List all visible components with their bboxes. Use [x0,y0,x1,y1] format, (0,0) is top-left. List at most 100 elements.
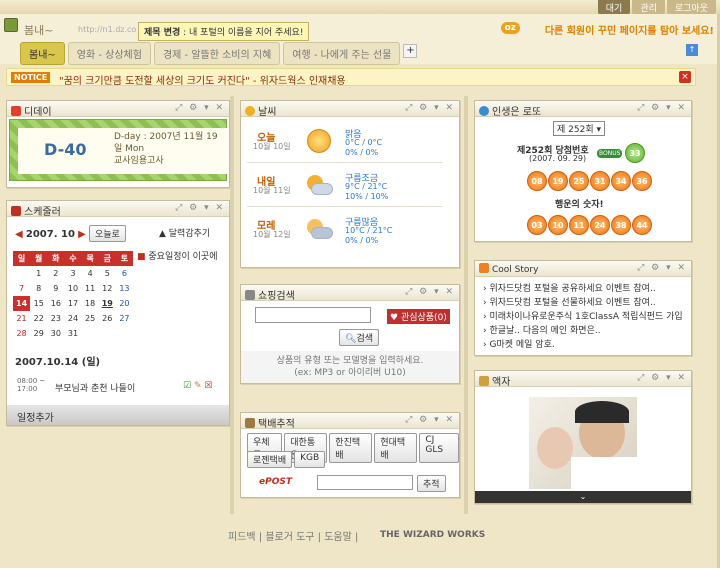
today-button[interactable]: 오늘로 [89,225,126,242]
prev-month-icon[interactable]: ◀ [15,229,23,240]
calendar-day-marked[interactable]: 19 [99,296,116,311]
lotto-title-bar[interactable]: 인생은 로또 ⤢ ⚙ ▾ ✕ [475,101,691,118]
edit-icon[interactable]: ✎ [194,381,202,391]
scroll-up-button[interactable]: ↑ [686,44,698,56]
check-icon[interactable]: ☑ [183,381,191,391]
calendar-day[interactable]: 24 [64,311,81,326]
blog-url[interactable]: http://n1.dz.co [78,25,136,34]
tab-manage[interactable]: 관리 [632,0,665,15]
story-item[interactable]: › 위자드닷컴 포털을 선물하세요 이벤트 참여.. [483,295,683,308]
story-item[interactable]: › 미래차이나유로운주식 1호ClassA 적립식펀드 가입.. [483,309,683,322]
tab-logout[interactable]: 로그아웃 [666,0,716,15]
logo-icon[interactable] [4,18,18,32]
calendar-day[interactable]: 23 [47,311,64,326]
photo-expand-icon[interactable]: ⌄ [475,491,691,503]
tracking-number-input[interactable] [317,475,413,490]
calendar-day[interactable] [82,326,99,341]
calendar-day[interactable] [13,266,30,281]
calendar-day[interactable]: 8 [30,281,47,296]
notice-close-button[interactable]: × [679,71,691,83]
shopping-widget: 쇼핑검색 ⤢ ⚙ ▾ ✕ ♥ 관심상품(0) 🔍︎검색 상품의 유형 또는 모델명… [240,284,460,384]
footer-links[interactable]: 피드백 | 블로거 도구 | 도움말 | [228,528,358,543]
photo-title-bar[interactable]: 액자 ⤢ ⚙ ▾ ✕ [475,371,691,388]
widget-controls[interactable]: ⤢ ⚙ ▾ ✕ [405,287,455,297]
coolstory-title-bar[interactable]: Cool Story ⤢ ⚙ ▾ ✕ [475,261,691,277]
widget-controls[interactable]: ⤢ ⚙ ▾ ✕ [405,415,455,425]
story-item[interactable]: › 한글날.. 다음의 메인 화면은.. [483,323,683,336]
calendar-day[interactable]: 16 [47,296,64,311]
calendar-day[interactable] [99,326,116,341]
round-select[interactable]: 제 252회 ▾ [553,121,606,136]
calendar-day[interactable]: 5 [99,266,116,281]
calendar-day[interactable]: 9 [47,281,64,296]
calendar-day[interactable]: 2 [47,266,64,281]
calendar-day[interactable]: 6 [116,266,133,281]
shopping-search-button[interactable]: 🔍︎검색 [339,329,379,346]
calendar-day[interactable]: 21 [13,311,30,326]
weather-title-bar[interactable]: 날씨 ⤢ ⚙ ▾ ✕ [241,101,459,118]
hide-calendar-button[interactable]: ▲ 달력감추기 [159,226,210,239]
courier-button[interactable]: CJ GLS [419,433,459,463]
tab-home[interactable]: 봄내~ [20,42,65,65]
next-month-icon[interactable]: ▶ [78,229,86,240]
scheduler-title-bar[interactable]: 스케줄러 ⤢ ⚙ ▾ ✕ [7,201,229,218]
tab-wait[interactable]: 대기 [597,0,631,15]
calendar-day[interactable]: 3 [64,266,81,281]
calendar-day[interactable]: 22 [30,311,47,326]
calendar-day[interactable]: 20 [116,296,133,311]
calendar-day[interactable]: 12 [99,281,116,296]
calendar-day[interactable]: 11 [82,281,99,296]
courier-button[interactable]: 한진택배 [329,433,373,463]
column-divider[interactable] [230,96,234,514]
calendar-day[interactable]: 18 [82,296,99,311]
favorites-button[interactable]: ♥ 관심상품(0) [387,309,450,324]
calendar-day[interactable]: 27 [116,311,133,326]
current-month: 2007. 10 [25,229,75,240]
calendar-day[interactable]: 30 [47,326,64,341]
calendar-day[interactable]: 31 [64,326,81,341]
widget-controls[interactable]: ⤢ ⚙ ▾ ✕ [637,373,687,383]
bonus-ball: 33 [625,143,645,163]
column-divider[interactable] [464,96,468,514]
story-item[interactable]: › 위자드닷컴 포털을 공유하세요 이벤트 참여.. [483,281,683,294]
calendar-day[interactable]: 7 [13,281,30,296]
shopping-title-bar[interactable]: 쇼핑검색 ⤢ ⚙ ▾ ✕ [241,285,459,302]
calendar-day[interactable]: 13 [116,281,133,296]
event-title[interactable]: 부모님과 춘천 나들이 [55,381,135,394]
calendar-day[interactable]: 1 [30,266,47,281]
delivery-title: 택배추적 [258,419,295,430]
notice-text[interactable]: "꿈의 크기만큼 도전할 세상의 크기도 커진다" - 위자드웍스 인재채용 [59,72,346,87]
calendar-day[interactable]: 15 [30,296,47,311]
calendar-day[interactable]: 25 [82,311,99,326]
shopping-search-input[interactable] [255,307,371,323]
courier-button[interactable]: 현대택배 [374,433,418,463]
track-button[interactable]: 추적 [417,475,446,492]
add-schedule-button[interactable]: 일정추가 [17,409,54,424]
tab-travel[interactable]: 여행 - 나에게 주는 선물 [283,42,401,65]
calendar-day[interactable] [116,326,133,341]
courier-button[interactable]: 로젠택배 [247,451,293,468]
courier-button[interactable]: KGB [294,451,326,468]
tab-movie[interactable]: 영화 - 상상체험 [67,42,151,65]
calendar-day[interactable]: 17 [64,296,81,311]
dday-title-bar[interactable]: 디데이 ⤢ ⚙ ▾ ✕ [7,101,229,118]
promo-link[interactable]: 다른 회원이 꾸민 페이지를 탐아 보세요! [545,22,714,37]
add-tab-button[interactable]: + [403,44,418,58]
widget-controls[interactable]: ⤢ ⚙ ▾ ✕ [637,263,687,273]
delete-icon[interactable]: ☒ [204,381,212,391]
coolstory-title: Cool Story [492,265,539,275]
story-item[interactable]: › G마켓 메일 암호. [483,337,683,350]
calendar-day[interactable]: 29 [30,326,47,341]
widget-controls[interactable]: ⤢ ⚙ ▾ ✕ [175,103,225,113]
widget-controls[interactable]: ⤢ ⚙ ▾ ✕ [175,203,225,213]
tab-economy[interactable]: 경제 - 알뜰한 소비의 지혜 [153,42,281,65]
delivery-title-bar[interactable]: 택배추적 ⤢ ⚙ ▾ ✕ [241,413,459,430]
calendar-day[interactable]: 26 [99,311,116,326]
calendar-day[interactable]: 4 [82,266,99,281]
widget-controls[interactable]: ⤢ ⚙ ▾ ✕ [637,103,687,113]
calendar-day-today[interactable]: 14 [13,296,31,311]
calendar-day[interactable]: 28 [13,326,30,341]
calendar-day[interactable]: 10 [64,281,81,296]
title-change-tooltip[interactable]: 제목 변경 : 내 포털의 이름을 지어 주세요! [138,22,310,41]
widget-controls[interactable]: ⤢ ⚙ ▾ ✕ [405,103,455,113]
